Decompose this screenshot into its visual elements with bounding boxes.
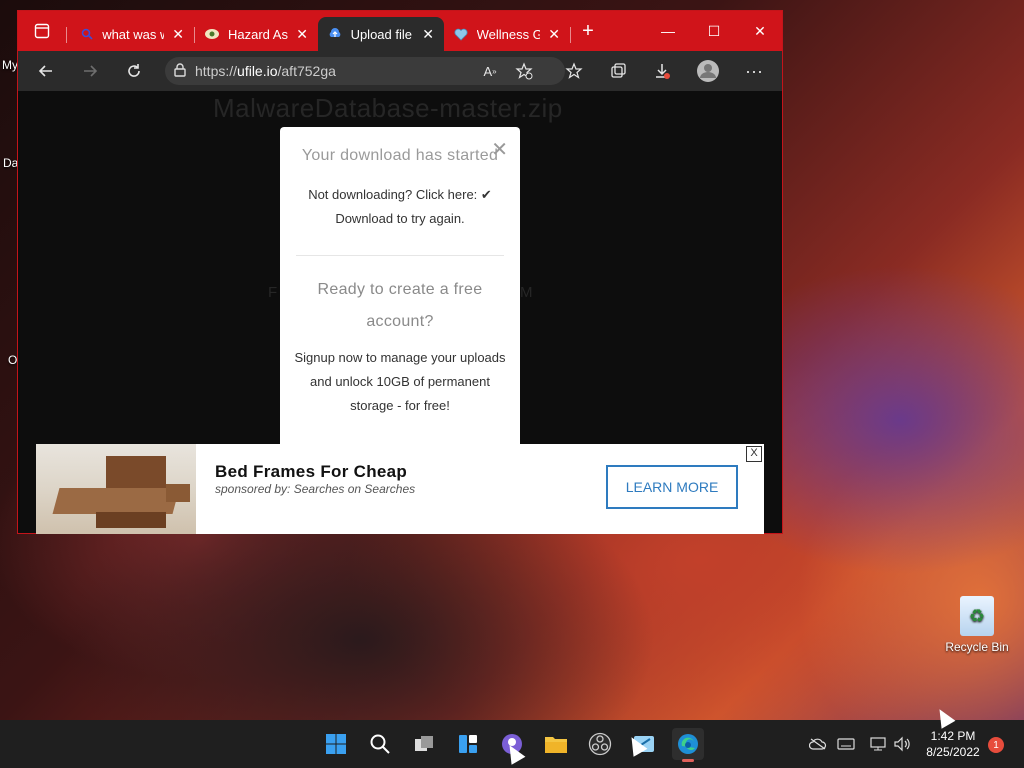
page-text-fragment: M xyxy=(520,284,533,301)
close-tab-icon[interactable]: ✕ xyxy=(422,26,434,43)
divider xyxy=(296,255,504,256)
search-icon[interactable] xyxy=(364,728,396,760)
favorites-icon[interactable] xyxy=(560,59,588,83)
forward-arrow-icon[interactable] xyxy=(76,59,104,83)
signup-text: Signup now to manage your uploads xyxy=(294,350,506,365)
tab-search[interactable]: what was w ✕ xyxy=(70,17,194,51)
tab-title: what was w xyxy=(102,26,165,42)
clock[interactable]: 1:42 PM 8/25/2022 xyxy=(918,728,988,760)
tab-title: Hazard Ass xyxy=(228,26,289,42)
browser-toolbar: https://ufile.io/aft752ga A» ··· xyxy=(18,51,782,91)
search-icon xyxy=(80,26,94,42)
address-bar[interactable]: https://ufile.io/aft752ga xyxy=(165,57,565,85)
tab-actions-icon[interactable] xyxy=(28,17,56,45)
retry-text: Download to try again. xyxy=(335,211,465,226)
volume-icon[interactable] xyxy=(892,734,912,754)
onedrive-offline-icon[interactable] xyxy=(808,734,828,754)
close-tab-icon[interactable]: ✕ xyxy=(548,26,560,43)
desktop-label-fragment[interactable]: My xyxy=(2,58,18,72)
task-view-icon[interactable] xyxy=(408,728,440,760)
refresh-icon[interactable] xyxy=(120,59,148,83)
page-text-fragment: F xyxy=(268,284,278,301)
learn-more-button[interactable]: LEARN MORE xyxy=(606,465,738,509)
heart-favicon-icon xyxy=(454,26,469,42)
upload-favicon-icon xyxy=(328,26,343,42)
recycle-bin-label: Recycle Bin xyxy=(945,640,1009,654)
read-aloud-icon[interactable]: A» xyxy=(476,59,504,83)
url-host: ufile.io xyxy=(237,63,278,79)
download-modal: ✕ Your download has started Not download… xyxy=(280,127,520,457)
minimize-button[interactable]: — xyxy=(645,11,691,51)
network-icon[interactable] xyxy=(868,734,888,754)
start-button[interactable] xyxy=(320,728,352,760)
new-tab-button[interactable]: + xyxy=(574,17,602,45)
obs-icon[interactable] xyxy=(584,728,616,760)
clock-time: 1:42 PM xyxy=(930,729,976,743)
close-window-button[interactable]: ✕ xyxy=(737,11,783,51)
ad-title[interactable]: Bed Frames For Cheap xyxy=(215,462,407,482)
ad-image[interactable] xyxy=(36,444,196,534)
collections-icon[interactable] xyxy=(604,59,632,83)
desktop-label-fragment[interactable]: O xyxy=(8,353,17,367)
signup-text: and unlock 10GB of permanent xyxy=(310,374,490,389)
tab-upload[interactable]: Upload file ✕ xyxy=(318,17,444,51)
close-tab-icon[interactable]: ✕ xyxy=(172,26,184,43)
recycle-bin-icon: ♻ xyxy=(960,596,994,636)
keyboard-icon[interactable] xyxy=(836,734,856,754)
maximize-button[interactable]: ☐ xyxy=(691,11,737,51)
tab-hazard[interactable]: Hazard Ass ✕ xyxy=(194,17,318,51)
downloads-icon[interactable] xyxy=(648,59,676,83)
signup-heading: account? xyxy=(366,313,434,330)
back-arrow-icon[interactable] xyxy=(32,59,60,83)
profile-avatar-icon[interactable] xyxy=(694,59,722,83)
retry-link[interactable]: Not downloading? Click here: ✔ xyxy=(294,183,506,207)
signup-text: storage - for free! xyxy=(350,398,450,413)
close-icon[interactable]: ✕ xyxy=(491,137,508,162)
add-favorite-icon[interactable] xyxy=(510,59,538,83)
clock-date: 8/25/2022 xyxy=(926,745,980,759)
widgets-icon[interactable] xyxy=(452,728,484,760)
ad-sponsor: sponsored by: Searches on Searches xyxy=(215,482,416,496)
tab-bar: what was w ✕ Hazard Ass ✕ Upload file ✕ … xyxy=(18,11,782,51)
url-prefix: https:// xyxy=(195,63,238,79)
modal-title: Your download has started xyxy=(301,147,499,164)
url-path: /aft752ga xyxy=(277,63,336,79)
signup-heading: Ready to create a free xyxy=(317,281,483,298)
ad-banner[interactable]: Bed Frames For Cheap sponsored by: Searc… xyxy=(36,444,764,534)
notification-badge[interactable]: 1 xyxy=(988,737,1004,753)
recycle-bin[interactable]: ♻ Recycle Bin xyxy=(944,596,1010,654)
close-tab-icon[interactable]: ✕ xyxy=(296,26,308,43)
page-title-file: MalwareDatabase-master.zip xyxy=(213,93,563,123)
hazard-favicon-icon xyxy=(204,26,220,42)
edge-browser-icon[interactable] xyxy=(672,728,704,762)
tab-title: Wellness G xyxy=(476,26,541,42)
more-options-icon[interactable]: ··· xyxy=(740,59,768,83)
tab-wellness[interactable]: Wellness G ✕ xyxy=(444,17,570,51)
lock-icon[interactable] xyxy=(165,62,195,80)
ad-close-icon[interactable]: X xyxy=(746,446,762,462)
file-explorer-icon[interactable] xyxy=(540,728,572,760)
tab-title: Upload file xyxy=(350,26,412,42)
